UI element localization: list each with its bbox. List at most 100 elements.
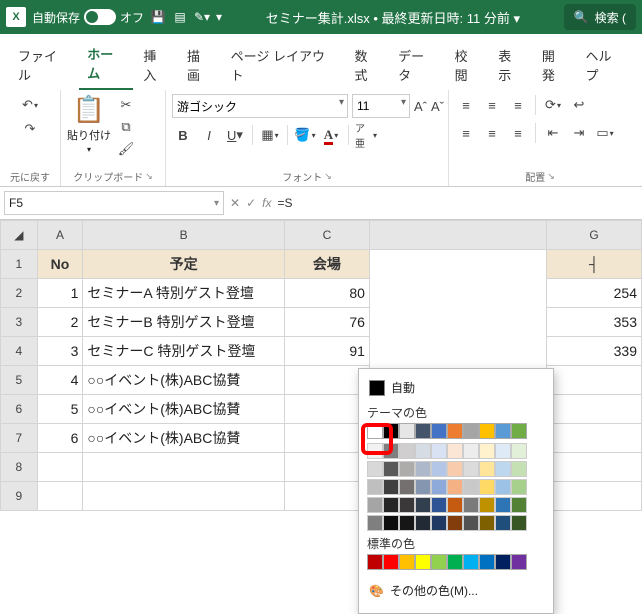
color-swatch[interactable] bbox=[399, 443, 415, 459]
autosave-toggle[interactable]: 自動保存 オフ bbox=[32, 9, 144, 26]
align-left-button[interactable]: ≡ bbox=[455, 122, 477, 144]
cell-b7[interactable]: ○○イベント(株)ABC協賛 bbox=[83, 424, 285, 453]
decrease-font-button[interactable]: Aˇ bbox=[431, 95, 444, 117]
row-header-3[interactable]: 3 bbox=[1, 308, 38, 337]
cell-c2[interactable]: 80 bbox=[284, 279, 369, 308]
color-swatch[interactable] bbox=[383, 423, 399, 439]
cell-c3[interactable]: 76 bbox=[284, 308, 369, 337]
color-swatch[interactable] bbox=[479, 479, 495, 495]
color-swatch[interactable] bbox=[479, 515, 495, 531]
color-swatch[interactable] bbox=[431, 497, 447, 513]
border-button[interactable]: ▦ bbox=[259, 124, 281, 146]
color-swatch[interactable] bbox=[463, 461, 479, 477]
color-swatch[interactable] bbox=[383, 479, 399, 495]
orientation-button[interactable]: ⟳ bbox=[542, 94, 564, 116]
increase-font-button[interactable]: Aˆ bbox=[414, 95, 427, 117]
touch-icon[interactable]: ✎▾ bbox=[194, 9, 210, 25]
align-bottom-button[interactable]: ≡ bbox=[507, 94, 529, 116]
decrease-indent-button[interactable]: ⇤ bbox=[542, 122, 564, 144]
more-colors-item[interactable]: 🎨 その他の色(M)... bbox=[367, 578, 545, 603]
cell-g6[interactable] bbox=[547, 395, 642, 424]
row-header-4[interactable]: 4 bbox=[1, 337, 38, 366]
color-swatch[interactable] bbox=[383, 515, 399, 531]
color-swatch[interactable] bbox=[367, 461, 383, 477]
color-swatch[interactable] bbox=[431, 443, 447, 459]
cell-a6[interactable]: 5 bbox=[37, 395, 83, 424]
header-no[interactable]: No bbox=[37, 250, 83, 279]
color-swatch[interactable] bbox=[383, 554, 399, 570]
cell-a5[interactable]: 4 bbox=[37, 366, 83, 395]
row-header-6[interactable]: 6 bbox=[1, 395, 38, 424]
undo-button[interactable]: ↶ bbox=[19, 94, 41, 116]
cell-g5[interactable] bbox=[547, 366, 642, 395]
color-swatch[interactable] bbox=[479, 423, 495, 439]
color-swatch[interactable] bbox=[399, 479, 415, 495]
color-swatch[interactable] bbox=[463, 515, 479, 531]
tab-view[interactable]: 表示 bbox=[490, 42, 532, 90]
color-swatch[interactable] bbox=[511, 423, 527, 439]
font-launcher-icon[interactable]: ↘ bbox=[324, 171, 332, 182]
color-swatch[interactable] bbox=[447, 423, 463, 439]
format-painter-button[interactable]: 🖌 bbox=[115, 138, 137, 160]
color-swatch[interactable] bbox=[479, 497, 495, 513]
tab-help[interactable]: ヘルプ bbox=[578, 42, 632, 90]
phonetic-button[interactable]: ア亜 bbox=[355, 124, 377, 146]
formula-input[interactable]: =S bbox=[277, 196, 292, 210]
cell-c7[interactable] bbox=[284, 424, 369, 453]
color-swatch[interactable] bbox=[431, 479, 447, 495]
color-swatch[interactable] bbox=[463, 554, 479, 570]
color-swatch[interactable] bbox=[415, 423, 431, 439]
color-swatch[interactable] bbox=[367, 479, 383, 495]
color-swatch[interactable] bbox=[399, 497, 415, 513]
align-middle-button[interactable]: ≡ bbox=[481, 94, 503, 116]
color-swatch[interactable] bbox=[463, 443, 479, 459]
tab-home[interactable]: ホーム bbox=[79, 40, 133, 90]
cancel-formula-icon[interactable]: ✕ bbox=[230, 196, 240, 210]
paste-button[interactable]: 📋 貼り付け ▾ bbox=[67, 94, 111, 154]
merge-button[interactable]: ▭ bbox=[594, 122, 616, 144]
cell-g7[interactable] bbox=[547, 424, 642, 453]
color-swatch[interactable] bbox=[415, 515, 431, 531]
color-swatch[interactable] bbox=[463, 423, 479, 439]
color-swatch[interactable] bbox=[383, 443, 399, 459]
cell-a4[interactable]: 3 bbox=[37, 337, 83, 366]
row-header-8[interactable]: 8 bbox=[1, 453, 38, 482]
color-swatch[interactable] bbox=[463, 497, 479, 513]
color-swatch[interactable] bbox=[495, 497, 511, 513]
color-swatch[interactable] bbox=[495, 443, 511, 459]
color-swatch[interactable] bbox=[495, 479, 511, 495]
cell-c6[interactable] bbox=[284, 395, 369, 424]
underline-button[interactable]: U▾ bbox=[224, 124, 246, 146]
color-swatch[interactable] bbox=[383, 497, 399, 513]
tab-dev[interactable]: 開発 bbox=[534, 42, 576, 90]
cell-b6[interactable]: ○○イベント(株)ABC協賛 bbox=[83, 395, 285, 424]
color-swatch[interactable] bbox=[447, 515, 463, 531]
fill-color-button[interactable]: 🪣 bbox=[294, 124, 316, 146]
cut-button[interactable]: ✂ bbox=[115, 94, 137, 116]
font-name-select[interactable] bbox=[172, 94, 348, 118]
header-venue[interactable]: 会場 bbox=[284, 250, 369, 279]
color-swatch[interactable] bbox=[367, 515, 383, 531]
color-swatch[interactable] bbox=[479, 443, 495, 459]
search-box[interactable]: 🔍 検索 ( bbox=[564, 4, 636, 30]
bold-button[interactable]: B bbox=[172, 124, 194, 146]
file-name[interactable]: セミナー集計.xlsx • 最終更新日時: 11 分前 ▾ bbox=[228, 8, 558, 27]
row-header-9[interactable]: 9 bbox=[1, 482, 38, 511]
tab-review[interactable]: 校閲 bbox=[447, 42, 489, 90]
row-header-2[interactable]: 2 bbox=[1, 279, 38, 308]
col-header-b[interactable]: B bbox=[83, 221, 285, 250]
worksheet-grid[interactable]: ◢ A B C G 1 No 予定 会場 ┤ 2 1 セミナーA 特別ゲスト登壇… bbox=[0, 220, 642, 511]
cell-c5[interactable] bbox=[284, 366, 369, 395]
color-swatch[interactable] bbox=[399, 423, 415, 439]
color-swatch[interactable] bbox=[479, 461, 495, 477]
font-color-button[interactable]: A bbox=[320, 124, 342, 146]
color-swatch[interactable] bbox=[367, 423, 383, 439]
color-swatch[interactable] bbox=[367, 554, 383, 570]
color-swatch[interactable] bbox=[399, 515, 415, 531]
color-swatch[interactable] bbox=[367, 443, 383, 459]
tab-data[interactable]: データ bbox=[390, 42, 444, 90]
tab-formulas[interactable]: 数式 bbox=[346, 42, 388, 90]
cell-b2[interactable]: セミナーA 特別ゲスト登壇 bbox=[83, 279, 285, 308]
color-swatch[interactable] bbox=[447, 554, 463, 570]
color-swatch[interactable] bbox=[511, 479, 527, 495]
